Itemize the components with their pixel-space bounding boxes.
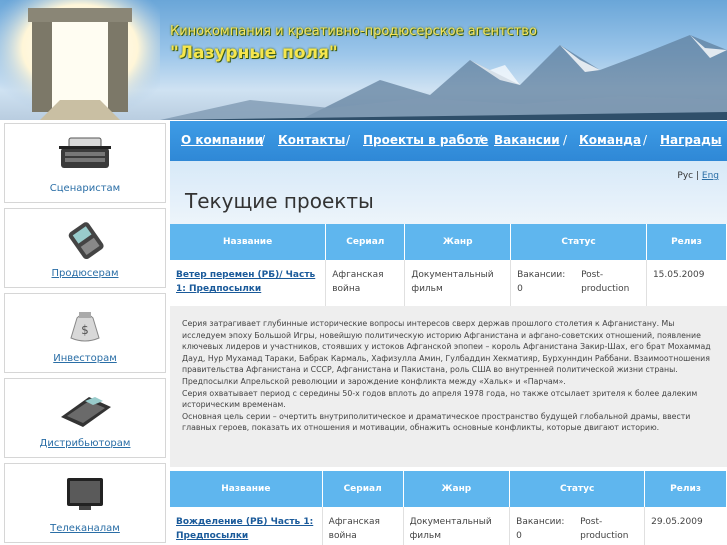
column-header-name: Название: [170, 471, 323, 507]
sidebar-item-producers[interactable]: Продюсерам: [4, 208, 166, 288]
mobile-phone-icon: [68, 222, 104, 259]
column-header-name: Название: [170, 224, 327, 260]
project-table: Название Сериал Жанр Статус Релиз Ветер …: [170, 224, 727, 306]
nav-separator: /: [643, 133, 648, 147]
column-header-status: Статус: [509, 471, 646, 507]
nav-item-contacts[interactable]: Контакты: [278, 133, 345, 147]
project-vacancies: Вакансии: 0: [516, 517, 565, 541]
project-title-cell: Ветер перемен (РБ)/ Часть 1: Предпосылки: [170, 260, 327, 306]
description-text: Серия затрагивает глубинные исторические…: [182, 318, 717, 434]
sidebar: Сценаристам Продюсерам $ Инвесторам Дист…: [0, 121, 167, 545]
project-genre: Документальный фильм: [404, 260, 512, 306]
description-paragraph: Серия затрагивает глубинные исторические…: [182, 319, 711, 386]
project-series: Афганская война: [325, 260, 406, 306]
svg-text:$: $: [81, 323, 89, 337]
project-release: 15.05.2009: [646, 260, 727, 306]
column-header-genre: Жанр: [404, 224, 512, 260]
column-header-genre: Жанр: [403, 471, 511, 507]
project-vacancies: Вакансии: 0: [517, 270, 566, 294]
nav-separator: /: [261, 133, 266, 147]
project-title-link[interactable]: Вожделение (РБ) Часть 1: Предпосылки: [176, 517, 313, 541]
header-title: "Лазурные поля": [170, 43, 338, 63]
table-header-row: Название Сериал Жанр Статус Релиз: [170, 471, 727, 507]
lang-en[interactable]: Eng: [702, 171, 719, 181]
project-series: Афганская война: [322, 507, 404, 545]
money-bag-icon: $: [70, 312, 100, 342]
project-title-cell: Вожделение (РБ) Часть 1: Предпосылки: [170, 507, 323, 545]
description-paragraph: Серия охватывает период с середины 50-х …: [182, 388, 698, 410]
project-table: Название Сериал Жанр Статус Релиз Вождел…: [170, 471, 727, 545]
stone-gate-image: [0, 0, 160, 120]
lang-separator: |: [695, 171, 700, 181]
nav-item-team[interactable]: Команда: [579, 133, 641, 147]
nav-item-about[interactable]: О компании: [181, 133, 263, 147]
main-content: О компании / Контакты / Проекты в работе…: [170, 121, 727, 545]
top-nav: О компании / Контакты / Проекты в работе…: [170, 121, 727, 161]
project-status: Post-production: [580, 517, 629, 541]
nav-item-projects[interactable]: Проекты в работе: [363, 133, 488, 147]
column-header-series: Сериал: [322, 471, 404, 507]
project-description: Серия затрагивает глубинные исторические…: [170, 306, 727, 467]
sidebar-item-label: Дистрибьюторам: [39, 438, 131, 449]
sidebar-item-label: Инвесторам: [53, 353, 117, 364]
project-status-cell: Вакансии: 0 Post-production: [510, 260, 647, 306]
page-title: Текущие проекты: [185, 189, 374, 213]
nav-item-vacancies[interactable]: Вакансии: [494, 133, 560, 147]
column-header-release: Релиз: [646, 224, 727, 260]
sidebar-item-screenwriters[interactable]: Сценаристам: [4, 123, 166, 203]
nav-separator: /: [346, 133, 351, 147]
project-release: 29.05.2009: [644, 507, 727, 545]
table-row: Ветер перемен (РБ)/ Часть 1: Предпосылки…: [170, 260, 727, 306]
column-header-status: Статус: [510, 224, 647, 260]
column-header-release: Релиз: [644, 471, 727, 507]
header-subtitle: Кинокомпания и креативно-продюсерское аг…: [170, 24, 537, 39]
table-header-row: Название Сериал Жанр Статус Релиз: [170, 224, 727, 260]
description-paragraph: Основная цель серии – очертить внутрипол…: [182, 411, 691, 433]
lang-ru[interactable]: Рус: [677, 171, 693, 181]
nav-separator: /: [478, 133, 483, 147]
project-status-cell: Вакансии: 0 Post-production: [509, 507, 646, 545]
sidebar-item-investors[interactable]: $ Инвесторам: [4, 293, 166, 373]
column-header-series: Сериал: [325, 224, 406, 260]
sidebar-item-label: Продюсерам: [51, 268, 119, 279]
project-status: Post-production: [581, 270, 630, 294]
typewriter-icon: [59, 137, 111, 168]
project-genre: Документальный фильм: [403, 507, 511, 545]
site-header: Кинокомпания и креативно-продюсерское аг…: [0, 0, 727, 120]
sidebar-item-tv-channels[interactable]: Телеканалам: [4, 463, 166, 543]
nav-separator: /: [563, 133, 568, 147]
language-switcher: Рус | Eng: [677, 171, 719, 181]
calculator-icon: [61, 397, 111, 427]
tv-icon: [67, 478, 103, 510]
sidebar-item-label: Телеканалам: [50, 523, 120, 534]
nav-item-awards[interactable]: Награды: [660, 133, 722, 147]
table-row: Вожделение (РБ) Часть 1: Предпосылки Афг…: [170, 507, 727, 545]
sidebar-item-distributors[interactable]: Дистрибьюторам: [4, 378, 166, 458]
project-title-link[interactable]: Ветер перемен (РБ)/ Часть 1: Предпосылки: [176, 270, 315, 294]
sidebar-item-label: Сценаристам: [49, 183, 121, 194]
